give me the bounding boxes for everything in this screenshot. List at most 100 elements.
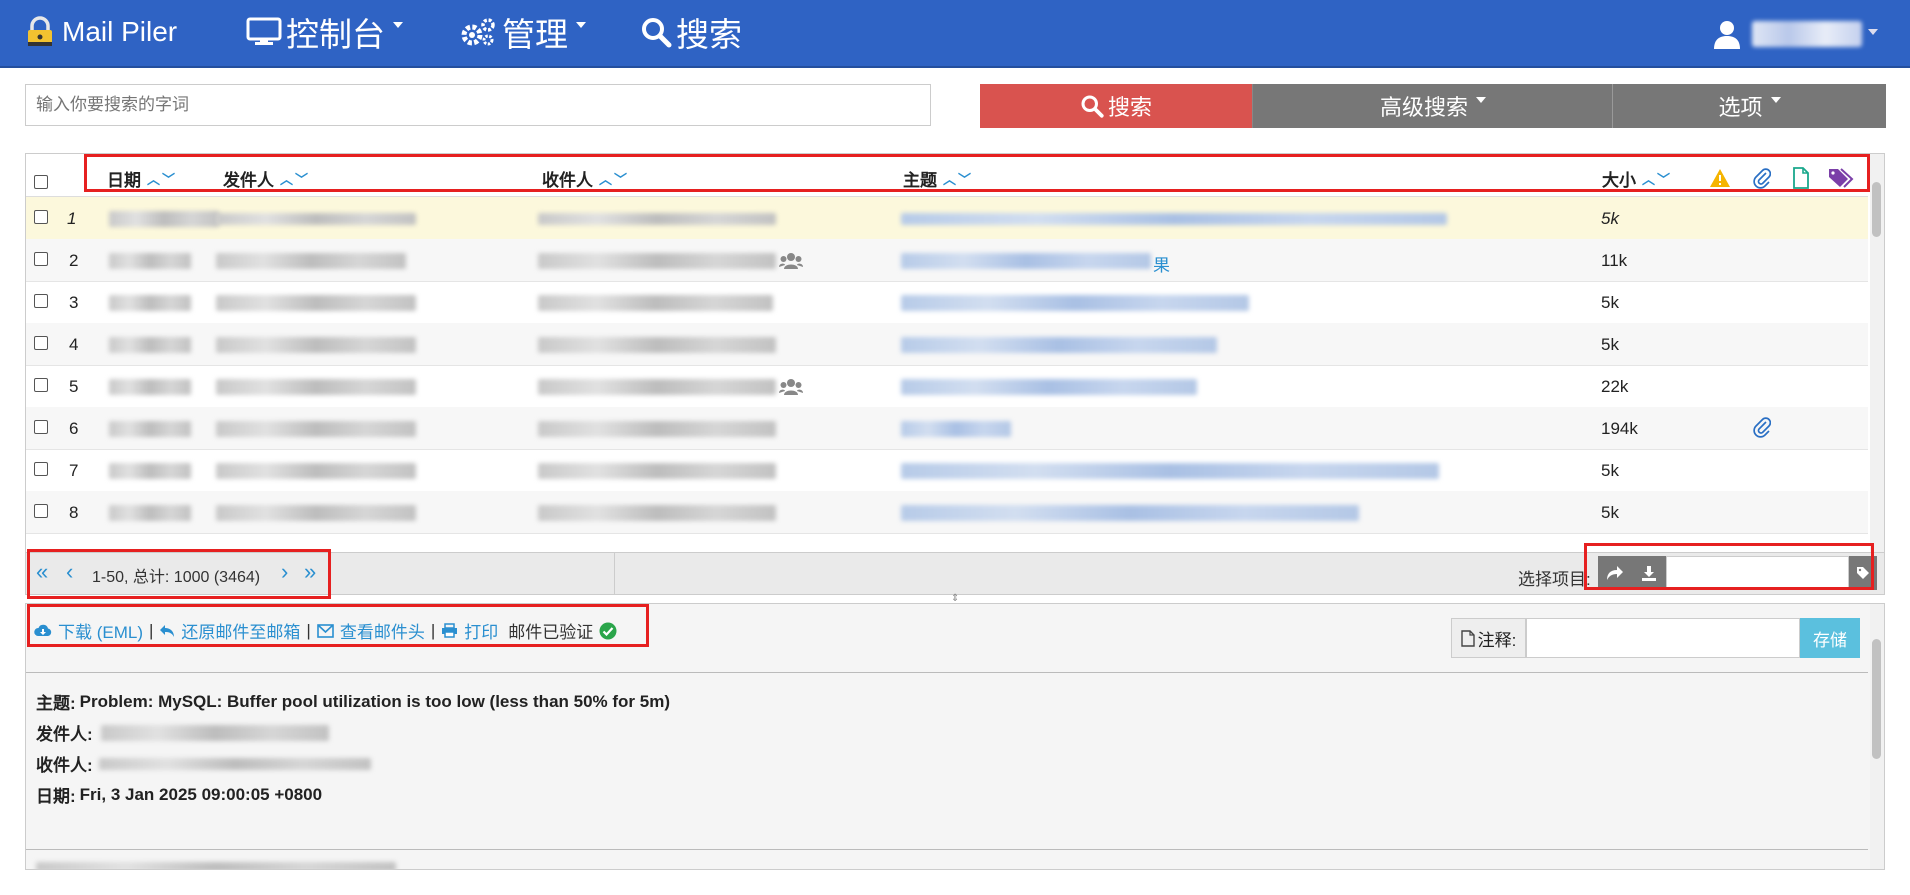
from-line: 发件人: xyxy=(36,720,329,745)
lock-logo-icon xyxy=(28,16,52,46)
from-redacted xyxy=(216,213,416,225)
brand-logo[interactable]: Mail Piler xyxy=(22,12,177,52)
from-redacted xyxy=(216,463,416,479)
table-row[interactable]: 7 5k xyxy=(26,449,1868,492)
table-row[interactable]: 4 5k xyxy=(26,323,1868,366)
user-icon xyxy=(1714,21,1740,49)
nav-search[interactable]: 搜索 xyxy=(640,12,742,53)
gears-icon xyxy=(461,18,495,46)
date-value: Fri, 3 Jan 2025 09:00:05 +0800 xyxy=(79,784,323,804)
nav-console[interactable]: 控制台 xyxy=(246,12,403,53)
nav-admin[interactable]: 管理 xyxy=(458,12,586,53)
to-label: 收件人: xyxy=(36,756,93,775)
date-line: 日期: Fri, 3 Jan 2025 09:00:05 +0800 xyxy=(36,782,322,807)
table-row[interactable]: 3 5k xyxy=(26,281,1868,324)
scrollbar-thumb[interactable] xyxy=(1872,182,1881,237)
from-redacted xyxy=(216,253,406,269)
options-button[interactable]: 选项 xyxy=(1612,84,1886,128)
size-value: 5k xyxy=(1601,293,1619,312)
row-number: 2 xyxy=(69,251,79,270)
size-value: 11k xyxy=(1601,251,1628,270)
row-checkbox[interactable] xyxy=(34,336,48,350)
save-button-label: 存储 xyxy=(1813,630,1847,650)
from-label: 发件人: xyxy=(36,725,93,744)
note-input[interactable] xyxy=(1526,618,1800,658)
chevron-down-icon xyxy=(1770,97,1781,103)
annotation-box-actions xyxy=(27,604,649,647)
to-redacted xyxy=(538,505,776,521)
row-number: 8 xyxy=(69,503,79,522)
advanced-search-button[interactable]: 高级搜索 xyxy=(1252,84,1613,128)
row-checkbox[interactable] xyxy=(34,294,48,308)
search-button[interactable]: 搜索 xyxy=(980,84,1252,128)
date-redacted xyxy=(109,505,191,521)
row-checkbox[interactable] xyxy=(34,210,48,224)
from-redacted xyxy=(216,505,416,521)
save-note-button[interactable]: 存储 xyxy=(1800,618,1860,658)
select-items-label: 选择项目: xyxy=(1518,570,1591,589)
body-text-redacted xyxy=(36,862,396,869)
subject-value: Problem: MySQL: Buffer pool utilization … xyxy=(79,691,670,711)
from-redacted xyxy=(216,379,416,395)
row-checkbox[interactable] xyxy=(34,378,48,392)
from-redacted xyxy=(216,295,416,311)
from-redacted xyxy=(100,724,329,741)
group-icon xyxy=(779,253,803,269)
subject-link-text[interactable]: 果 xyxy=(1153,251,1170,276)
subject-link[interactable] xyxy=(901,337,1217,353)
divider xyxy=(614,553,615,595)
subject-label: 主题: xyxy=(36,694,76,713)
user-menu[interactable] xyxy=(1712,14,1878,54)
annotation-box-pager xyxy=(27,549,331,599)
table-row[interactable]: 8 5k xyxy=(26,491,1868,534)
to-redacted xyxy=(538,463,776,479)
row-number: 7 xyxy=(69,461,79,480)
annotation-box-header xyxy=(84,154,1870,192)
table-row[interactable]: 1 5k xyxy=(26,197,1868,240)
annotation-box-select xyxy=(1584,543,1874,590)
from-redacted xyxy=(216,421,416,437)
to-line: 收件人: xyxy=(36,751,371,776)
row-number: 1 xyxy=(67,209,77,228)
date-redacted xyxy=(109,295,191,311)
search-icon xyxy=(642,18,672,48)
table-row[interactable]: 6 194k xyxy=(26,407,1868,450)
subject-link[interactable] xyxy=(901,463,1439,479)
select-all-checkbox[interactable] xyxy=(34,175,48,189)
to-redacted xyxy=(538,421,776,437)
subject-link[interactable] xyxy=(901,213,1447,225)
size-value: 5k xyxy=(1601,461,1619,480)
results-scrollbar[interactable] xyxy=(1870,154,1884,552)
date-label: 日期: xyxy=(36,787,76,806)
date-redacted xyxy=(109,211,219,227)
subject-link[interactable] xyxy=(901,505,1359,521)
preview-scrollbar[interactable] xyxy=(1870,604,1884,869)
table-row[interactable]: 2 果 11k xyxy=(26,239,1868,282)
paperclip-icon xyxy=(1753,417,1771,438)
subject-link[interactable] xyxy=(901,253,1151,269)
divider xyxy=(26,849,1868,850)
subject-link[interactable] xyxy=(901,379,1197,395)
row-checkbox[interactable] xyxy=(34,252,48,266)
subject-link[interactable] xyxy=(901,295,1249,311)
file-icon xyxy=(1460,629,1475,647)
size-value: 5k xyxy=(1601,503,1619,522)
nav-console-label: 控制台 xyxy=(286,16,385,53)
search-input[interactable] xyxy=(25,84,931,126)
chevron-down-icon xyxy=(1868,29,1878,35)
options-label: 选项 xyxy=(1718,95,1763,120)
size-value: 194k xyxy=(1601,419,1638,438)
scrollbar-thumb[interactable] xyxy=(1872,639,1881,759)
results-table: 日期 ︿﹀ 发件人 ︿﹀ 收件人 ︿﹀ 主题 ︿﹀ 大小 ︿﹀ 1 5k 2 果… xyxy=(25,153,1885,553)
row-checkbox[interactable] xyxy=(34,504,48,518)
note-label: 注释: xyxy=(1451,618,1526,658)
row-checkbox[interactable] xyxy=(34,462,48,476)
search-icon xyxy=(1081,95,1104,118)
size-value: 5k xyxy=(1601,335,1619,354)
row-checkbox[interactable] xyxy=(34,420,48,434)
table-row[interactable]: 5 22k xyxy=(26,365,1868,408)
group-icon xyxy=(779,379,803,395)
divider xyxy=(26,672,1868,673)
chevron-down-icon xyxy=(393,22,403,28)
subject-link[interactable] xyxy=(901,421,1011,437)
